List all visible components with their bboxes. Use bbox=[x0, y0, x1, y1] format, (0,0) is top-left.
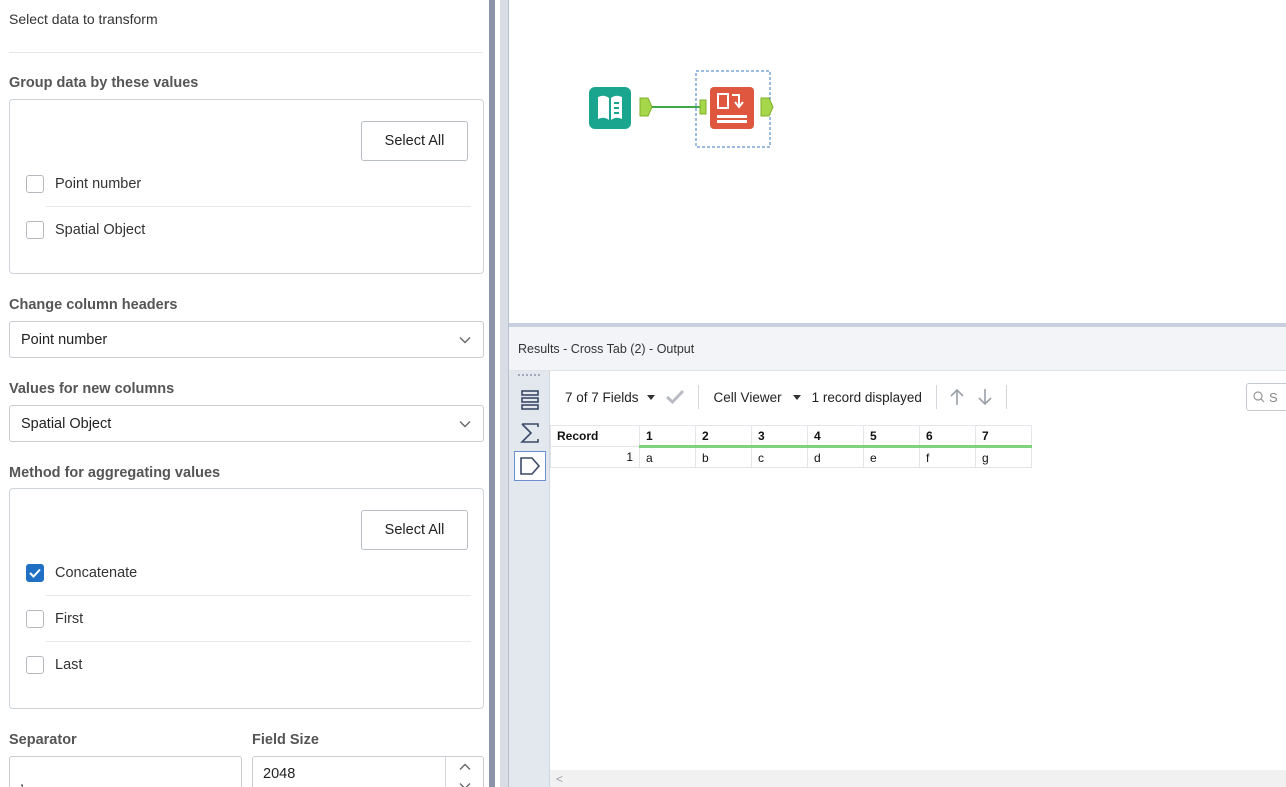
table-cell[interactable]: c bbox=[751, 446, 808, 468]
column-header[interactable]: 7 bbox=[975, 425, 1032, 448]
results-side-rail bbox=[509, 371, 550, 787]
caret-down-icon bbox=[792, 394, 801, 400]
aggregation-title: Method for aggregating values bbox=[9, 465, 221, 481]
fields-dropdown[interactable]: 7 of 7 Fields bbox=[565, 390, 655, 405]
option-divider bbox=[46, 641, 471, 642]
column-header-record[interactable]: Record bbox=[550, 425, 640, 447]
aggregation-option-first[interactable]: First bbox=[26, 596, 83, 642]
option-label: First bbox=[55, 611, 84, 627]
dropdown-value: Spatial Object bbox=[21, 415, 112, 432]
aggregation-option-last[interactable]: Last bbox=[26, 642, 82, 688]
tag-metadata-icon[interactable] bbox=[514, 451, 546, 481]
column-headers-title: Change column headers bbox=[9, 297, 178, 313]
record-count: 1 record displayed bbox=[811, 389, 922, 405]
new-columns-title: Values for new columns bbox=[9, 381, 175, 397]
search-input[interactable]: S bbox=[1246, 383, 1286, 411]
field-size-title: Field Size bbox=[252, 732, 319, 748]
select-data-label: Select data to transform bbox=[9, 11, 158, 27]
field-size-stepper[interactable]: 2048 bbox=[252, 756, 484, 787]
chevron-down-icon bbox=[459, 332, 471, 348]
grid-header-row: Record 1 2 3 4 5 6 7 bbox=[550, 425, 1032, 448]
toolbar-divider bbox=[1005, 385, 1007, 409]
table-row[interactable]: 1 a b c d e f g bbox=[550, 446, 1032, 468]
results-window: Results - Cross Tab (2) - Output 7 of 7 … bbox=[509, 327, 1286, 787]
cell-viewer-label: Cell Viewer bbox=[713, 389, 782, 405]
chevron-down-icon bbox=[459, 782, 470, 787]
group-by-select-all-button[interactable]: Select All bbox=[361, 121, 468, 161]
group-by-box: Select All Point number Spatial Object bbox=[9, 99, 484, 274]
toolbar-divider bbox=[697, 385, 699, 409]
checkbox-checked[interactable] bbox=[26, 564, 44, 582]
dropdown-value: Point number bbox=[21, 331, 108, 348]
divider bbox=[9, 52, 483, 53]
arrow-down-icon[interactable] bbox=[977, 388, 993, 406]
column-header[interactable]: 4 bbox=[807, 425, 864, 448]
table-cell[interactable]: b bbox=[695, 446, 752, 468]
option-divider bbox=[46, 595, 471, 596]
configuration-panel: Select data to transform Group data by t… bbox=[0, 0, 490, 787]
horizontal-scrollbar[interactable]: < bbox=[550, 770, 1286, 787]
cross-tab-tool[interactable] bbox=[699, 87, 774, 129]
new-columns-dropdown[interactable]: Spatial Object bbox=[9, 405, 484, 442]
checkbox[interactable] bbox=[26, 175, 44, 193]
workflow-canvas[interactable] bbox=[509, 0, 1286, 323]
arrow-up-icon[interactable] bbox=[949, 388, 965, 406]
workflow-drawing bbox=[589, 70, 774, 148]
table-cell[interactable]: e bbox=[863, 446, 920, 468]
aggregation-option-concatenate[interactable]: Concatenate bbox=[26, 550, 137, 596]
checkbox[interactable] bbox=[26, 610, 44, 628]
increment-button[interactable] bbox=[446, 757, 483, 776]
table-cell[interactable]: d bbox=[807, 446, 864, 468]
table-cell[interactable]: a bbox=[639, 446, 696, 468]
record-number-cell[interactable]: 1 bbox=[550, 446, 640, 468]
fields-label: 7 of 7 Fields bbox=[565, 389, 639, 405]
cell-viewer-dropdown[interactable]: Cell Viewer bbox=[714, 390, 801, 405]
summary-sigma-icon[interactable] bbox=[514, 418, 546, 448]
option-label: Spatial Object bbox=[55, 222, 146, 238]
scroll-left-icon[interactable]: < bbox=[556, 772, 563, 786]
column-header[interactable]: 2 bbox=[695, 425, 752, 448]
group-by-option-spatial-object[interactable]: Spatial Object bbox=[26, 207, 145, 253]
stepper-buttons bbox=[445, 757, 483, 787]
option-label: Concatenate bbox=[55, 565, 138, 581]
separator-title: Separator bbox=[9, 732, 77, 748]
column-header[interactable]: 1 bbox=[639, 425, 696, 448]
apply-checkmark-icon[interactable] bbox=[665, 389, 685, 405]
table-view-icon[interactable] bbox=[514, 385, 546, 415]
aggregation-select-all-button[interactable]: Select All bbox=[361, 510, 468, 550]
option-label: Last bbox=[55, 657, 83, 673]
table-cell[interactable]: f bbox=[919, 446, 976, 468]
aggregation-box: Select All Concatenate First Last bbox=[9, 488, 484, 709]
chevron-down-icon bbox=[459, 416, 471, 432]
field-size-value: 2048 bbox=[263, 766, 296, 782]
search-placeholder: S bbox=[1269, 389, 1278, 405]
results-header: Results - Cross Tab (2) - Output bbox=[509, 327, 1286, 371]
chevron-up-icon bbox=[459, 763, 470, 770]
column-headers-dropdown[interactable]: Point number bbox=[9, 321, 484, 358]
input-data-tool[interactable] bbox=[589, 87, 653, 129]
results-grid: Record 1 2 3 4 5 6 7 1 a b c d e f g bbox=[550, 425, 1032, 468]
caret-down-icon bbox=[646, 394, 655, 400]
column-header[interactable]: 6 bbox=[919, 425, 976, 448]
column-header[interactable]: 5 bbox=[863, 425, 920, 448]
search-icon bbox=[1253, 391, 1265, 403]
separator-value: , bbox=[20, 774, 25, 787]
drag-handle[interactable] bbox=[518, 374, 540, 376]
separator-input[interactable]: , bbox=[9, 756, 242, 787]
option-label: Point number bbox=[55, 176, 142, 192]
group-by-title: Group data by these values bbox=[9, 75, 199, 91]
checkmark-icon bbox=[29, 568, 41, 578]
decrement-button[interactable] bbox=[446, 776, 483, 787]
toolbar-divider bbox=[935, 385, 937, 409]
checkbox[interactable] bbox=[26, 656, 44, 674]
results-toolbar: 7 of 7 Fields Cell Viewer 1 record displ… bbox=[550, 371, 1286, 423]
checkbox[interactable] bbox=[26, 221, 44, 239]
group-by-option-point-number[interactable]: Point number bbox=[26, 161, 141, 207]
table-cell[interactable]: g bbox=[975, 446, 1032, 468]
canvas-border bbox=[500, 0, 509, 787]
column-header[interactable]: 3 bbox=[751, 425, 808, 448]
